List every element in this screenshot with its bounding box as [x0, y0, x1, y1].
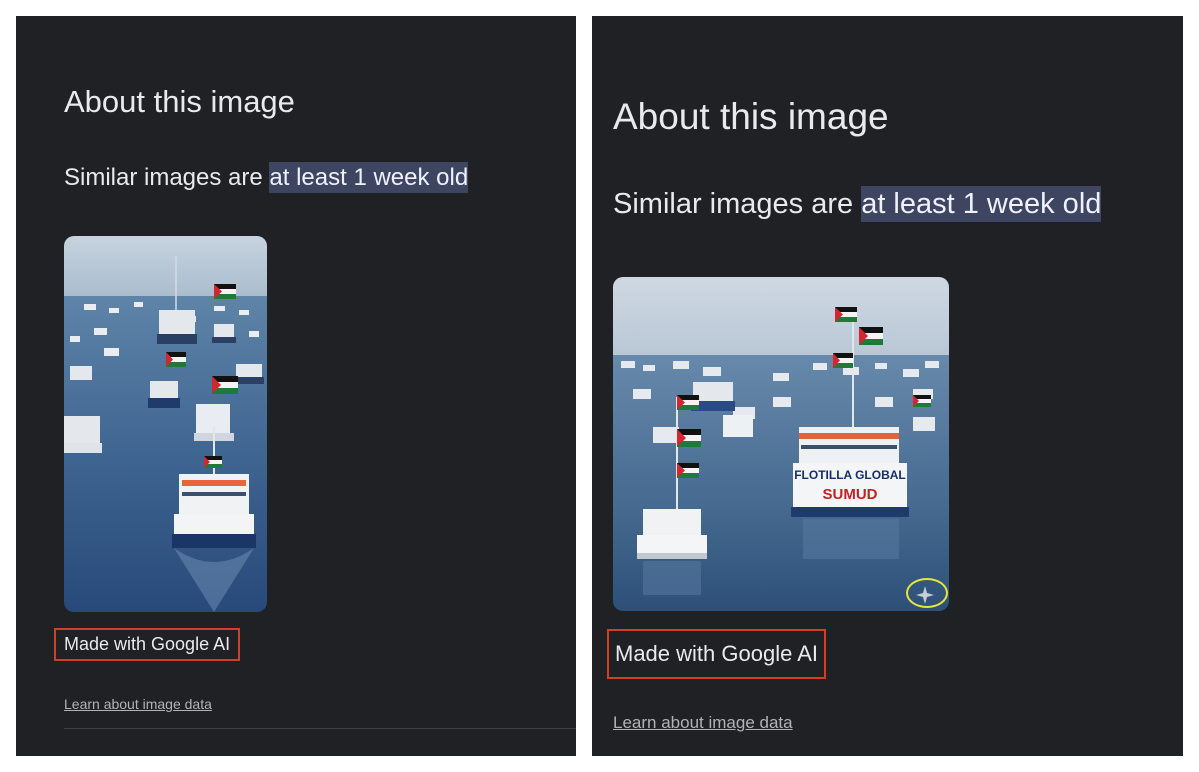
similar-images-text: Similar images are at least 1 week old	[64, 162, 469, 193]
panel-title: About this image	[64, 84, 295, 119]
made-with-google-ai-label: Made with Google AI	[607, 629, 827, 679]
about-image-panel-left: About this image Similar images are at l…	[16, 16, 576, 756]
about-image-panel-right: About this image Similar images are at l…	[592, 16, 1183, 756]
made-with-google-ai-label: Made with Google AI	[54, 628, 241, 661]
image-thumbnail[interactable]: FLOTILLA GLOBAL SUMUD	[613, 277, 949, 611]
banner-line-2: SUMUD	[823, 486, 878, 503]
sparkle-icon	[915, 585, 935, 605]
learn-about-image-data-link[interactable]: Learn about image data	[613, 713, 793, 733]
similar-images-text: Similar images are at least 1 week old	[613, 186, 1102, 222]
panel-title: About this image	[613, 96, 889, 137]
image-thumbnail[interactable]	[64, 236, 267, 612]
similar-images-prefix: Similar images are	[64, 164, 270, 191]
divider	[64, 728, 576, 729]
similar-images-age-highlight: at least 1 week old	[861, 186, 1102, 222]
learn-about-image-data-link[interactable]: Learn about image data	[64, 696, 212, 712]
similar-images-prefix: Similar images are	[613, 188, 862, 220]
banner-line-1: FLOTILLA GLOBAL	[794, 468, 906, 482]
similar-images-age-highlight: at least 1 week old	[269, 162, 469, 193]
